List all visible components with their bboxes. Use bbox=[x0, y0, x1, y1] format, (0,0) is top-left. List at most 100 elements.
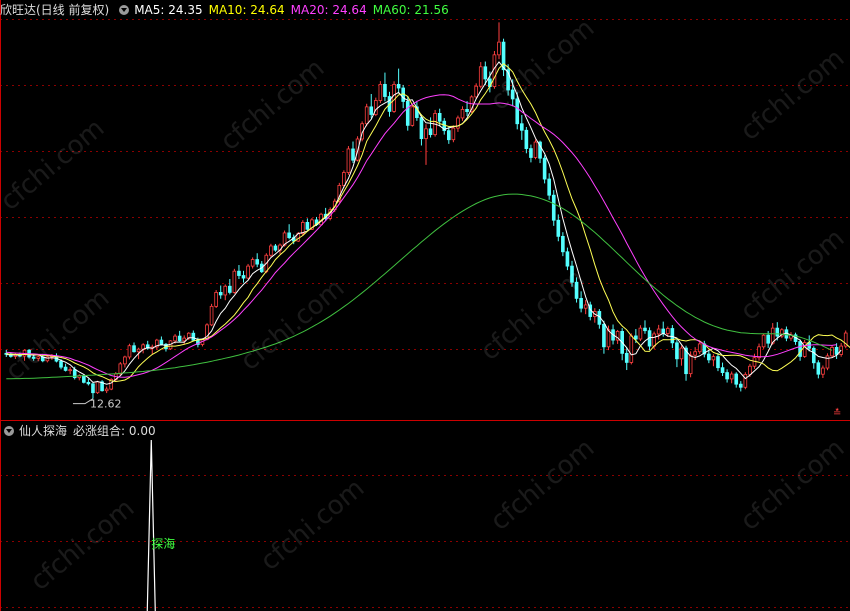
candle-body bbox=[478, 66, 483, 87]
candle-body bbox=[729, 373, 734, 380]
candle-body bbox=[342, 172, 346, 186]
candle-body bbox=[410, 106, 415, 126]
candle-body bbox=[533, 141, 538, 158]
candle-body bbox=[383, 83, 387, 97]
candle-body bbox=[602, 323, 606, 348]
candle-body bbox=[255, 259, 260, 265]
candle-body bbox=[59, 360, 63, 368]
signal-label: 探海 bbox=[151, 536, 175, 551]
candle-body bbox=[424, 128, 428, 140]
candle-body bbox=[675, 342, 679, 360]
candle-body bbox=[811, 347, 816, 364]
stock-title[interactable]: 欣旺达(日线 前复权) bbox=[0, 1, 109, 19]
candle-body bbox=[483, 66, 488, 80]
candle-body bbox=[574, 281, 579, 299]
settings-dropdown-icon[interactable] bbox=[119, 5, 130, 15]
candle-body bbox=[378, 83, 383, 101]
candle-body bbox=[679, 347, 684, 360]
candle-body bbox=[250, 259, 255, 267]
candle-body bbox=[396, 83, 401, 89]
candle-body bbox=[629, 335, 634, 363]
candle-body bbox=[565, 251, 570, 267]
candle-body bbox=[246, 265, 250, 279]
candle-body bbox=[287, 232, 291, 239]
indicator-dropdown-icon[interactable] bbox=[4, 426, 14, 436]
candle-body bbox=[209, 305, 214, 326]
candle-body bbox=[446, 130, 451, 141]
candle-body bbox=[460, 109, 465, 119]
candle-body bbox=[136, 348, 141, 353]
candle-body bbox=[834, 346, 839, 355]
candle-body bbox=[606, 329, 611, 348]
candle-body bbox=[82, 375, 86, 383]
candle-body bbox=[634, 335, 638, 340]
candle-body bbox=[437, 113, 442, 122]
candle-body bbox=[228, 285, 232, 293]
candle-body bbox=[529, 148, 533, 158]
candle-body bbox=[665, 328, 670, 334]
candle-body bbox=[182, 337, 187, 342]
candle-body bbox=[123, 356, 127, 365]
candle-body bbox=[757, 346, 761, 359]
candle-body bbox=[624, 352, 629, 363]
candle-body bbox=[720, 367, 725, 373]
ma5-line bbox=[6, 61, 842, 385]
candle-body bbox=[707, 353, 711, 361]
candle-body bbox=[36, 356, 41, 359]
candle-body bbox=[583, 304, 588, 309]
indicator-legend: 仙人探海 必涨组合: 0.00 bbox=[0, 422, 162, 440]
scroll-marker-icon: ≛ bbox=[833, 407, 841, 419]
candle-body bbox=[693, 351, 697, 356]
candle-body bbox=[237, 270, 241, 276]
candle-body bbox=[405, 101, 410, 126]
candle-body bbox=[688, 354, 693, 375]
candle-body bbox=[556, 219, 561, 237]
candle-body bbox=[159, 339, 164, 345]
candle-body bbox=[127, 345, 132, 358]
candle-body bbox=[652, 333, 656, 347]
candle-body bbox=[547, 178, 551, 196]
candle-body bbox=[748, 365, 752, 375]
kline-chart[interactable]: 12.62 ≛ 探海 bbox=[0, 0, 850, 611]
low-price-label: 12.62 bbox=[90, 398, 122, 411]
candle-body bbox=[31, 356, 36, 359]
candle-body bbox=[173, 335, 177, 342]
indicator-formula: 必涨组合: 0.00 bbox=[73, 424, 156, 438]
candle-body bbox=[214, 292, 218, 307]
candle-body bbox=[561, 235, 565, 253]
ma20-label: MA20: 24.64 bbox=[290, 3, 367, 17]
candle-body bbox=[428, 128, 433, 136]
candle-body bbox=[711, 356, 716, 361]
candle-body bbox=[519, 123, 524, 131]
candle-body bbox=[830, 346, 834, 357]
candle-body bbox=[798, 341, 802, 357]
candle-body bbox=[670, 328, 675, 344]
candle-body bbox=[738, 383, 743, 388]
candle-body bbox=[419, 117, 424, 140]
candle-body bbox=[392, 83, 396, 112]
candle-body bbox=[579, 297, 583, 309]
candle-body bbox=[177, 335, 182, 342]
candle-body bbox=[725, 372, 729, 380]
candle-body bbox=[524, 129, 529, 149]
candle-body bbox=[241, 275, 246, 279]
candle-body bbox=[510, 89, 515, 100]
candle-body bbox=[821, 367, 825, 375]
candle-body bbox=[656, 328, 661, 335]
candle-body bbox=[223, 285, 228, 296]
candle-body bbox=[369, 106, 374, 115]
indicator-spike-line bbox=[146, 439, 156, 611]
candle-body bbox=[766, 334, 770, 344]
candle-body bbox=[816, 362, 821, 375]
candle-body bbox=[305, 222, 310, 230]
candle-body bbox=[63, 366, 68, 371]
candle-body bbox=[364, 106, 369, 125]
candle-body bbox=[351, 148, 355, 161]
candle-body bbox=[86, 381, 91, 385]
candle-body bbox=[118, 363, 123, 375]
candle-body bbox=[91, 383, 95, 394]
candle-body bbox=[638, 327, 643, 340]
candle-body bbox=[775, 327, 780, 337]
indicator-title[interactable]: 仙人探海 bbox=[19, 422, 67, 440]
candle-body bbox=[451, 127, 456, 141]
